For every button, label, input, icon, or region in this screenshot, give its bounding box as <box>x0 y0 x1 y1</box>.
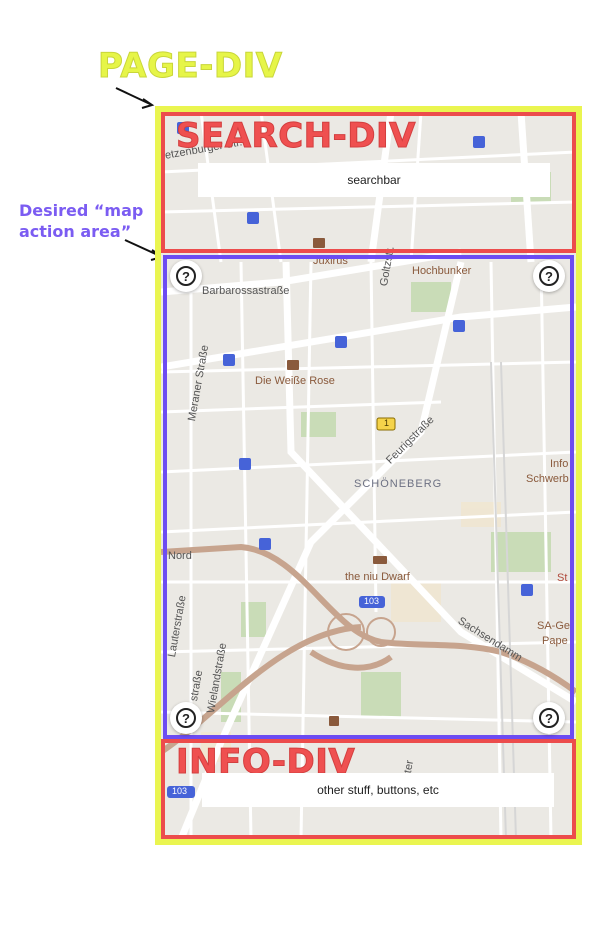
question-icon: ? <box>176 708 196 728</box>
help-button[interactable]: ? <box>533 702 565 734</box>
info-bar[interactable]: other stuff, buttons, etc <box>202 773 554 807</box>
help-button[interactable]: ? <box>170 260 202 292</box>
help-button[interactable]: ? <box>170 702 202 734</box>
searchbar[interactable]: searchbar <box>198 163 550 197</box>
question-icon: ? <box>176 266 196 286</box>
help-button[interactable]: ? <box>533 260 565 292</box>
question-icon: ? <box>539 708 559 728</box>
search-div-label: SEARCH-DIV <box>176 116 416 157</box>
question-icon: ? <box>539 266 559 286</box>
page-arrow <box>115 87 151 105</box>
map-action-area[interactable] <box>163 255 574 739</box>
